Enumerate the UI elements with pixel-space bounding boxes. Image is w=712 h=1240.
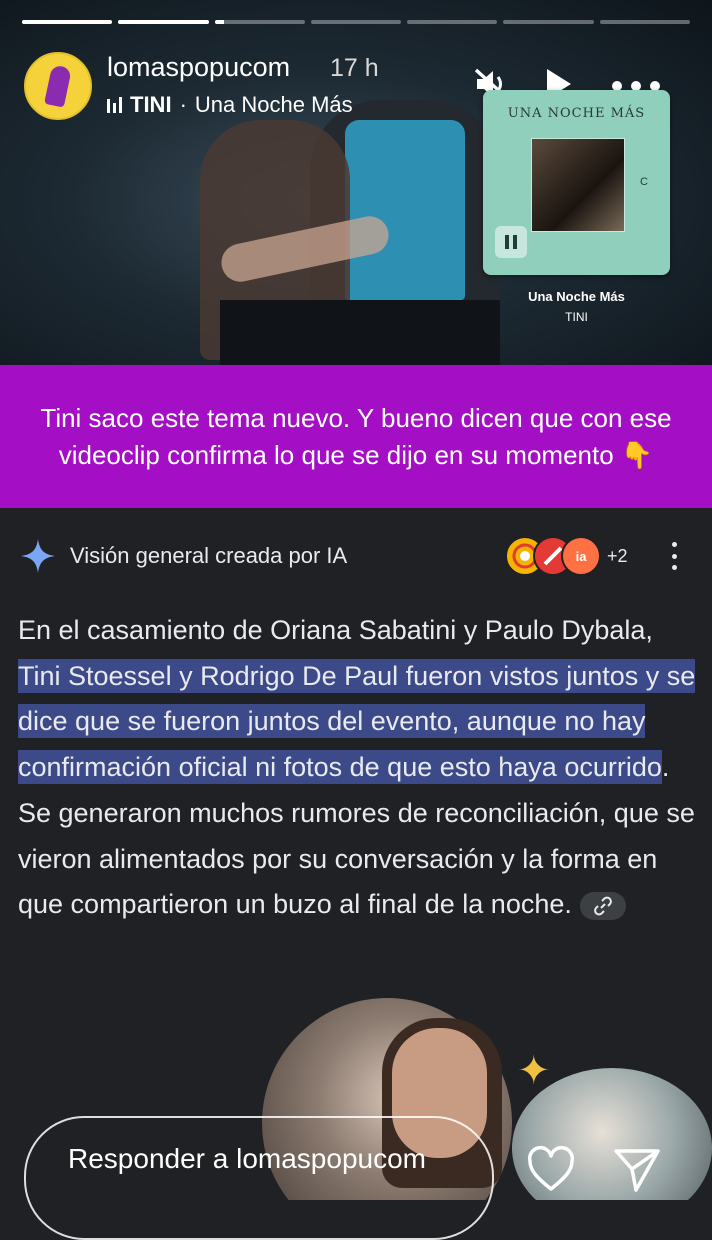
music-artist: TINI	[130, 92, 172, 117]
sources-extra-count: +2	[607, 545, 628, 566]
music-attribution[interactable]: TINI · Una Noche Más	[107, 92, 353, 118]
album-cover-title: UNA NOCHE MÁS	[507, 106, 646, 121]
username[interactable]: lomaspopucom	[107, 52, 290, 83]
collage-sparkle-icon: ✦	[517, 1049, 551, 1093]
music-song: Una Noche Más	[194, 92, 353, 117]
sources-stack[interactable]: ia +2	[505, 536, 628, 576]
link-icon[interactable]	[579, 892, 626, 921]
progress-segment-1	[22, 20, 113, 24]
source-avatar-3-label: ia	[575, 548, 587, 564]
heart-icon[interactable]	[526, 1145, 576, 1195]
overview-text-part1: En el casamiento de Oriana Sabatini y Pa…	[18, 615, 653, 645]
progress-segment-4	[310, 20, 402, 24]
pause-icon[interactable]	[495, 226, 527, 258]
avatar[interactable]	[24, 52, 92, 120]
sticker-song-title: Una Noche Más	[528, 289, 625, 304]
post-time: 17 h	[330, 54, 379, 82]
reply-input[interactable]: Responder a lomaspopucom	[24, 1116, 494, 1240]
reply-placeholder: Responder a lomaspopucom	[68, 1143, 426, 1174]
ai-overview-title: Visión general creada por IA	[70, 543, 348, 568]
source-avatar-3[interactable]: ia	[561, 536, 601, 576]
sparkle-icon	[21, 539, 55, 573]
ai-overview-text: En el casamiento de Oriana Sabatini y Pa…	[18, 608, 698, 928]
video-tank-top	[345, 120, 465, 300]
album-cover-photo	[531, 138, 625, 232]
kebab-icon[interactable]	[668, 542, 680, 570]
sticker-song-artist: TINI	[565, 310, 588, 324]
progress-segment-2	[118, 20, 209, 24]
story-caption-text: Tini saco este tema nuevo. Y bueno dicen…	[40, 402, 672, 470]
progress-segment-5	[407, 20, 498, 24]
logo-figure-icon	[44, 64, 72, 108]
send-icon[interactable]	[612, 1145, 662, 1195]
progress-segment-6	[503, 20, 594, 24]
music-separator: ·	[179, 92, 187, 117]
progress-segment-7	[599, 20, 690, 24]
album-cover-label: C	[640, 176, 648, 188]
overview-text-highlight: Tini Stoessel y Rodrigo De Paul fueron v…	[18, 658, 696, 785]
story-progress-bar	[22, 20, 690, 24]
progress-segment-3	[214, 20, 305, 24]
music-bars-icon	[107, 97, 122, 113]
story-caption-banner: Tini saco este tema nuevo. Y bueno dicen…	[0, 365, 712, 508]
video-legs	[220, 300, 500, 365]
